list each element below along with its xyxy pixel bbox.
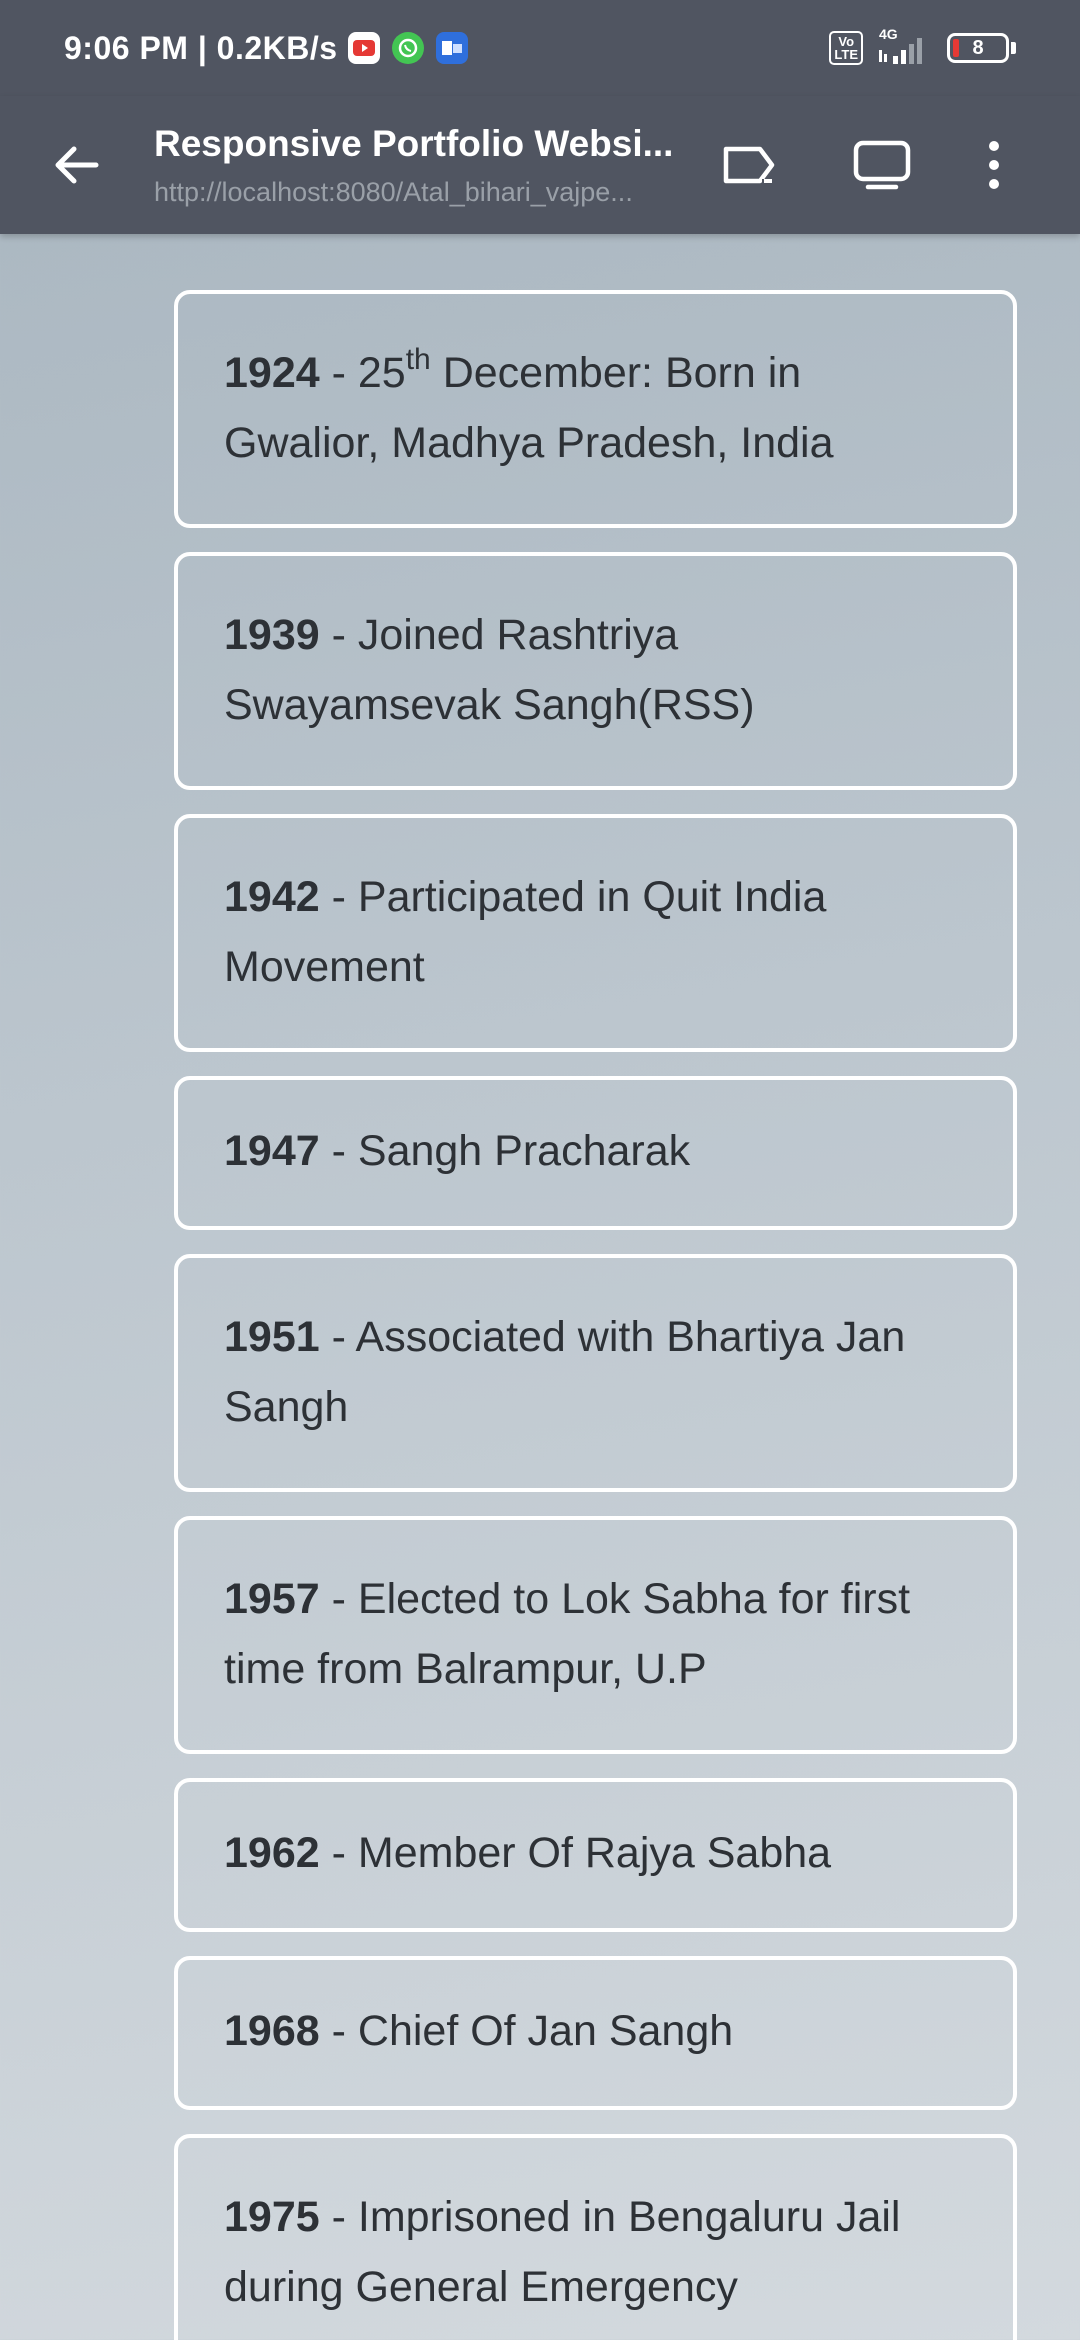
timeline-text: - Elected to Lok Sabha for first time fr… bbox=[224, 1575, 911, 1693]
timeline-year: 1939 bbox=[224, 611, 320, 659]
back-arrow-icon bbox=[55, 146, 99, 184]
timeline-year: 1947 bbox=[224, 1127, 320, 1175]
timeline-text: - Member Of Rajya Sabha bbox=[319, 1829, 832, 1877]
timeline-card: 1957 - Elected to Lok Sabha for first ti… bbox=[174, 1516, 1017, 1754]
status-bar: 9:06 PM | 0.2KB/s Vo LTE 4G 8 bbox=[0, 0, 1080, 96]
outlook-icon bbox=[435, 32, 468, 64]
page-info[interactable]: Responsive Portfolio Websi... http://loc… bbox=[154, 123, 674, 208]
timeline-card: 1962 - Member Of Rajya Sabha bbox=[174, 1778, 1017, 1932]
timeline-card: 1968 - Chief Of Jan Sangh bbox=[174, 1956, 1017, 2110]
timeline-card: 1942 - Participated in Quit India Moveme… bbox=[174, 814, 1017, 1052]
browser-toolbar: Responsive Portfolio Websi... http://loc… bbox=[0, 96, 1080, 234]
battery-level: 8 bbox=[972, 36, 984, 59]
timeline-text: - Imprisoned in Bengaluru Jail during Ge… bbox=[224, 2193, 901, 2311]
more-vert-icon bbox=[989, 141, 999, 189]
timeline-card: 1939 - Joined Rashtriya Swayamsevak Sang… bbox=[174, 552, 1017, 790]
volte-icon: Vo LTE bbox=[829, 31, 863, 65]
timeline-text: - Chief Of Jan Sangh bbox=[319, 2007, 734, 2055]
timeline-year: 1962 bbox=[224, 1829, 320, 1877]
timeline-year: 1968 bbox=[224, 2007, 320, 2055]
desktop-view-button[interactable] bbox=[826, 96, 938, 234]
timeline-year: 1957 bbox=[224, 1575, 320, 1623]
cast-button[interactable] bbox=[694, 96, 806, 234]
timeline-card: 1947 - Sangh Pracharak bbox=[174, 1076, 1017, 1230]
timeline-year: 1942 bbox=[224, 873, 320, 921]
signal-icon: 4G bbox=[877, 26, 933, 66]
timeline-text: - 25 bbox=[319, 349, 406, 397]
status-time: 9:06 PM | 0.2KB/s bbox=[64, 29, 338, 66]
timeline-card: 1951 - Associated with Bhartiya Jan Sang… bbox=[174, 1254, 1017, 1492]
status-indicators: Vo LTE 4G 8 bbox=[829, 26, 1016, 66]
timeline-text: - Associated with Bhartiya Jan Sangh bbox=[224, 1313, 906, 1431]
more-options-button[interactable] bbox=[938, 96, 1050, 234]
timeline-year: 1951 bbox=[224, 1313, 320, 1361]
cast-icon bbox=[723, 146, 775, 184]
timeline-year: 1975 bbox=[224, 2193, 320, 2241]
battery-icon: 8 bbox=[947, 33, 1016, 63]
timeline-card: 1924 - 25th December: Born in Gwalior, M… bbox=[174, 290, 1017, 528]
page-url: http://localhost:8080/Atal_bihari_vajpe.… bbox=[154, 176, 633, 207]
page-title: Responsive Portfolio Websi... bbox=[154, 122, 674, 164]
timeline-text: - Sangh Pracharak bbox=[319, 1127, 691, 1175]
desktop-view-icon bbox=[853, 140, 911, 190]
ordinal-suffix: th bbox=[405, 343, 431, 376]
timeline-list: 1924 - 25th December: Born in Gwalior, M… bbox=[174, 290, 1017, 2340]
timeline-card: 1975 - Imprisoned in Bengaluru Jail duri… bbox=[174, 2134, 1017, 2340]
youtube-icon bbox=[347, 32, 380, 64]
whatsapp-icon bbox=[391, 32, 424, 64]
timeline-year: 1924 bbox=[224, 349, 320, 397]
back-button[interactable] bbox=[16, 96, 136, 234]
